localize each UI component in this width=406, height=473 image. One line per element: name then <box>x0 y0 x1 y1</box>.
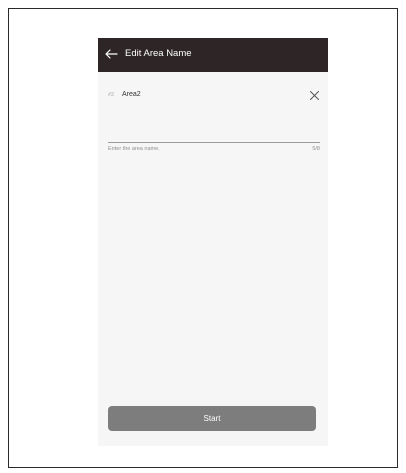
app-bar: Edit Area Name <box>98 38 328 72</box>
field-index: #2 <box>108 92 115 98</box>
content-area <box>98 72 328 446</box>
area-name-input[interactable]: Area2 <box>122 89 141 101</box>
page-title: Edit Area Name <box>125 48 192 59</box>
field-helper-text: Enter the area name. <box>108 146 160 152</box>
character-counter: 5/8 <box>312 146 320 152</box>
close-icon[interactable] <box>309 90 320 101</box>
area-name-field[interactable]: #2 Area2 <box>108 89 320 103</box>
start-button[interactable]: Start <box>108 406 316 431</box>
phone-screen: Edit Area Name #2 Area2 Enter the area n… <box>98 38 328 446</box>
arrow-left-icon[interactable] <box>104 47 118 61</box>
field-underline <box>108 142 320 143</box>
